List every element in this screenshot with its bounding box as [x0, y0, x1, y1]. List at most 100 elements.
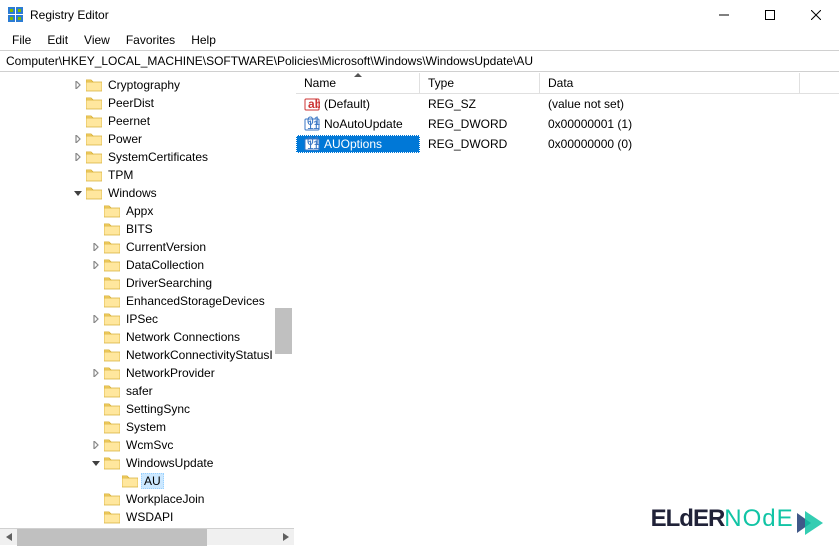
content-area: CryptographyPeerDistPeernet Power SystemCe… — [0, 72, 839, 528]
column-header-type[interactable]: Type — [420, 73, 540, 93]
value-row-default[interactable]: ab(Default)REG_SZ(value not set) — [296, 94, 839, 114]
chevron-right-icon[interactable] — [72, 151, 84, 163]
address-bar[interactable]: Computer\HKEY_LOCAL_MACHINE\SOFTWARE\Pol… — [0, 50, 839, 72]
folder-icon — [86, 168, 102, 182]
svg-text:ab: ab — [308, 97, 320, 111]
tree-item-power[interactable]: Power — [0, 130, 292, 148]
folder-icon — [86, 114, 102, 128]
expander-placeholder — [90, 493, 102, 505]
menu-file[interactable]: File — [4, 31, 39, 49]
folder-icon — [86, 150, 102, 164]
chevron-right-icon[interactable] — [90, 259, 102, 271]
chevron-right-icon[interactable] — [90, 313, 102, 325]
folder-icon — [104, 348, 120, 362]
close-button[interactable] — [793, 0, 839, 30]
tree-item-label: Power — [105, 131, 145, 147]
tree-item-settingsync[interactable]: SettingSync — [0, 400, 292, 418]
tree-item-systemcertificates[interactable]: SystemCertificates — [0, 148, 292, 166]
tree-item-label: WindowsUpdate — [123, 455, 216, 471]
folder-icon — [104, 240, 120, 254]
chevron-right-icon[interactable] — [90, 439, 102, 451]
value-row-auoptions[interactable]: 011110AUOptionsREG_DWORD0x00000000 (0) — [296, 134, 839, 154]
tree-item-label: TPM — [105, 167, 136, 183]
tree-item-label: Network Connections — [123, 329, 243, 345]
chevron-right-icon[interactable] — [90, 367, 102, 379]
menu-edit[interactable]: Edit — [39, 31, 76, 49]
tree-item-label: AU — [141, 473, 164, 489]
minimize-button[interactable] — [701, 0, 747, 30]
menu-view[interactable]: View — [76, 31, 118, 49]
tree-item-networkprovider[interactable]: NetworkProvider — [0, 364, 292, 382]
folder-icon — [104, 456, 120, 470]
scroll-right-icon[interactable] — [277, 529, 294, 546]
svg-text:110: 110 — [307, 138, 320, 152]
tree-item-label: System — [123, 419, 169, 435]
tree-item-system[interactable]: System — [0, 418, 292, 436]
tree-item-appx[interactable]: Appx — [0, 202, 292, 220]
tree-item-label: Peernet — [105, 113, 153, 129]
chevron-down-icon[interactable] — [90, 457, 102, 469]
vertical-scrollbar-thumb[interactable] — [275, 308, 292, 354]
tree-item-label: NetworkConnectivityStatusI — [123, 347, 276, 363]
value-type: REG_DWORD — [420, 136, 540, 152]
tree-item-enhancedstoragedevices[interactable]: EnhancedStorageDevices — [0, 292, 292, 310]
tree-item-au[interactable]: AU — [0, 472, 292, 490]
tree-item-network-connections[interactable]: Network Connections — [0, 328, 292, 346]
folder-icon — [86, 186, 102, 200]
tree-item-label: Appx — [123, 203, 156, 219]
folder-icon — [104, 312, 120, 326]
value-name: (Default) — [324, 97, 370, 111]
tree-item-peerdist[interactable]: PeerDist — [0, 94, 292, 112]
chevron-right-icon[interactable] — [72, 133, 84, 145]
scroll-left-icon[interactable] — [0, 529, 17, 546]
tree-item-label: Windows — [105, 185, 160, 201]
tree-item-currentversion[interactable]: CurrentVersion — [0, 238, 292, 256]
tree-item-peernet[interactable]: Peernet — [0, 112, 292, 130]
chevron-down-icon[interactable] — [72, 187, 84, 199]
tree-item-datacollection[interactable]: DataCollection — [0, 256, 292, 274]
tree-item-wsdapi[interactable]: WSDAPI — [0, 508, 292, 526]
folder-icon — [104, 258, 120, 272]
tree-item-networkconnectivitystatusi[interactable]: NetworkConnectivityStatusI — [0, 346, 292, 364]
tree-item-label: SystemCertificates — [105, 149, 211, 165]
expander-placeholder — [90, 331, 102, 343]
folder-icon — [104, 276, 120, 290]
chevron-right-icon[interactable] — [90, 241, 102, 253]
svg-text:110: 110 — [307, 118, 320, 132]
tree-item-windowsupdate[interactable]: WindowsUpdate — [0, 454, 292, 472]
folder-icon — [104, 204, 120, 218]
column-header-data[interactable]: Data — [540, 73, 800, 93]
column-header-name[interactable]: Name — [296, 73, 420, 93]
tree-item-safer[interactable]: safer — [0, 382, 292, 400]
horizontal-scrollbar[interactable] — [0, 528, 294, 545]
reg-binary-icon: 011110 — [304, 116, 320, 132]
value-row-noautoupdate[interactable]: 011110NoAutoUpdateREG_DWORD0x00000001 (1… — [296, 114, 839, 134]
tree-item-driversearching[interactable]: DriverSearching — [0, 274, 292, 292]
tree-item-windows[interactable]: Windows — [0, 184, 292, 202]
tree-item-label: IPSec — [123, 311, 161, 327]
menu-favorites[interactable]: Favorites — [118, 31, 183, 49]
tree-item-bits[interactable]: BITS — [0, 220, 292, 238]
tree-item-label: Cryptography — [105, 77, 183, 93]
expander-placeholder — [108, 475, 120, 487]
tree-pane: CryptographyPeerDistPeernet Power SystemCe… — [0, 72, 292, 528]
tree-item-label: NetworkProvider — [123, 365, 218, 381]
tree-item-cryptography[interactable]: Cryptography — [0, 76, 292, 94]
reg-binary-icon: 011110 — [304, 136, 320, 152]
folder-icon — [104, 420, 120, 434]
values-pane: NameTypeData ab(Default)REG_SZ(value not… — [296, 72, 839, 528]
tree-item-tpm[interactable]: TPM — [0, 166, 292, 184]
tree-item-ipsec[interactable]: IPSec — [0, 310, 292, 328]
watermark-logo: ELdERNOdE — [651, 505, 827, 537]
expander-placeholder — [72, 115, 84, 127]
chevron-right-icon[interactable] — [72, 79, 84, 91]
tree-item-label: SettingSync — [123, 401, 193, 417]
folder-icon — [104, 384, 120, 398]
tree-item-wcmsvc[interactable]: WcmSvc — [0, 436, 292, 454]
value-name: NoAutoUpdate — [324, 117, 403, 131]
tree-item-workplacejoin[interactable]: WorkplaceJoin — [0, 490, 292, 508]
horizontal-scrollbar-thumb[interactable] — [17, 529, 207, 546]
folder-icon — [104, 402, 120, 416]
menu-help[interactable]: Help — [183, 31, 224, 49]
maximize-button[interactable] — [747, 0, 793, 30]
